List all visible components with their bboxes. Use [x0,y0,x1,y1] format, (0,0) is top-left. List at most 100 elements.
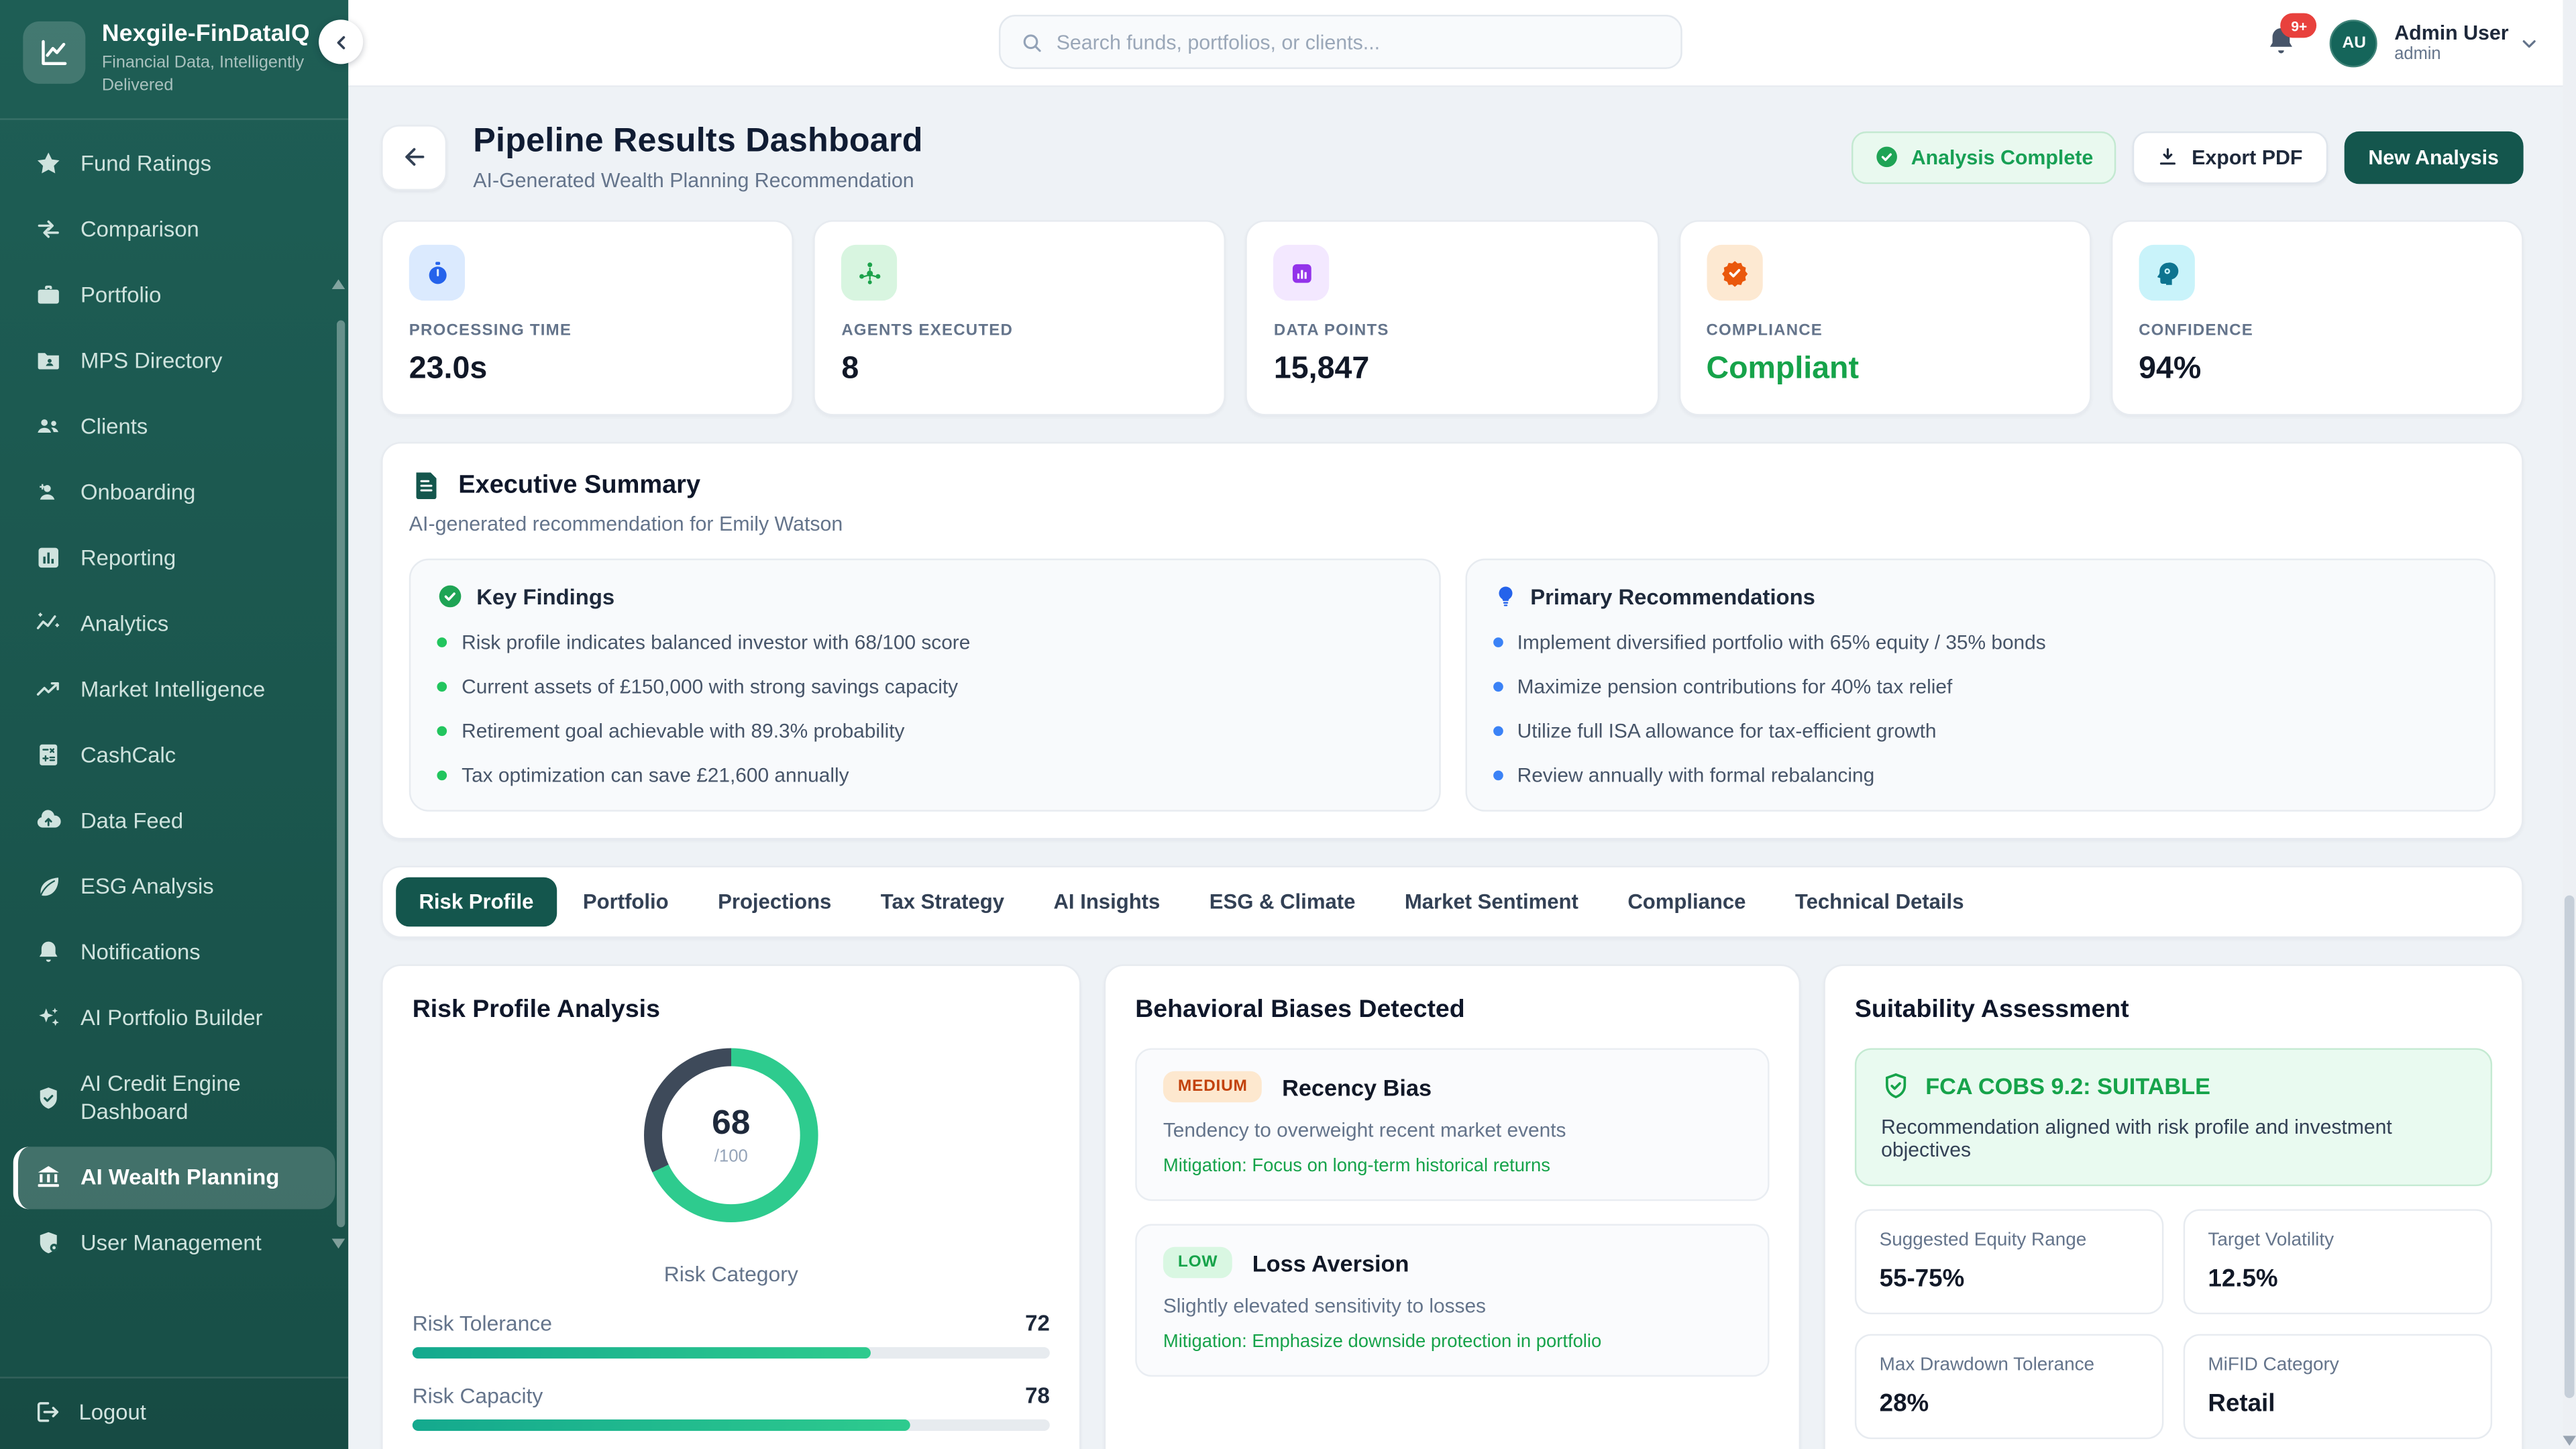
logout-button[interactable]: Logout [0,1377,348,1449]
chevron-left-icon [331,32,350,52]
back-button[interactable] [381,124,447,190]
behavioral-biases-panel: Behavioral Biases Detected MEDIUM Recenc… [1104,965,1801,1449]
suitability-cell-target-volatility: Target Volatility 12.5% [2184,1209,2492,1314]
stat-value: 94% [2139,352,2496,388]
window-scrollbar[interactable] [2563,0,2576,1449]
bullet-dot [1493,682,1503,692]
sidebar-item-ai-wealth-planning[interactable]: AI Wealth Planning [13,1146,335,1208]
tab-esg-climate[interactable]: ESG & Climate [1187,877,1379,926]
tab-projections[interactable]: Projections [695,877,855,926]
tab-compliance[interactable]: Compliance [1605,877,1769,926]
search-input[interactable]: Search funds, portfolios, or clients... [999,15,1682,69]
sidebar-item-analytics[interactable]: Analytics [13,593,335,655]
sidebar-item-market-intelligence[interactable]: Market Intelligence [13,659,335,721]
sidebar-item-onboarding[interactable]: Onboarding [13,462,335,524]
suitability-banner-title: FCA COBS 9.2: SUITABLE [1925,1073,2210,1099]
landmark-icon [33,1163,62,1192]
sidebar-scroll-down-icon[interactable] [332,1239,345,1249]
app-window: Nexgile-FinDataIQ Financial Data, Intell… [0,0,2576,1449]
severity-badge: MEDIUM [1163,1071,1263,1103]
scroll-down-icon[interactable] [2563,1436,2576,1446]
search-placeholder: Search funds, portfolios, or clients... [1057,30,1380,53]
recommendation-item: Implement diversified portfolio with 65%… [1493,631,2467,653]
key-finding-item: Current assets of £150,000 with strong s… [437,676,1411,698]
suitability-cell-equity-range: Suggested Equity Range 55-75% [1855,1209,2163,1314]
sidebar-item-clients[interactable]: Clients [13,396,335,458]
notifications-button[interactable]: 9+ [2265,23,2301,62]
stats-row: PROCESSING TIME 23.0s AGENTS EXECUTED 8 … [381,220,2523,415]
user-menu[interactable]: AU Admin User admin [2330,19,2540,66]
tab-ai-insights[interactable]: AI Insights [1030,877,1183,926]
bullet-dot [1493,771,1503,781]
sparkles-icon [33,1004,62,1033]
folder-user-icon [33,346,62,376]
main-content: Pipeline Results Dashboard AI-Generated … [348,85,2576,1449]
logout-icon [33,1398,61,1426]
arrow-left-icon [400,143,428,171]
sidebar-collapse-button[interactable] [319,19,363,64]
sidebar-item-mps-directory[interactable]: MPS Directory [13,330,335,392]
stat-value: 23.0s [409,352,766,388]
bullet-dot [437,637,447,647]
sidebar-item-reporting[interactable]: Reporting [13,527,335,590]
sidebar-item-user-management[interactable]: User Management [13,1212,335,1274]
chevron-down-icon [2518,32,2540,54]
tab-market-sentiment[interactable]: Market Sentiment [1382,877,1602,926]
recommendation-item: Utilize full ISA allowance for tax-effic… [1493,720,2467,743]
sidebar-item-ai-portfolio-builder[interactable]: AI Portfolio Builder [13,987,335,1049]
shield-check-icon [33,1083,62,1112]
recommendation-item: Maximize pension contributions for 40% t… [1493,676,2467,698]
briefcase-icon [33,280,62,310]
sidebar-scroll-up-icon[interactable] [332,279,345,289]
suitability-banner: FCA COBS 9.2: SUITABLE Recommendation al… [1855,1048,2492,1186]
risk-score-denominator: /100 [714,1146,748,1166]
star-icon [33,149,62,178]
sidebar-item-notifications[interactable]: Notifications [13,921,335,983]
chart-line-icon [38,36,70,69]
bias-card-recency: MEDIUM Recency Bias Tendency to overweig… [1135,1048,1769,1201]
tab-bar: Risk Profile Portfolio Projections Tax S… [381,866,2523,938]
sidebar-item-portfolio[interactable]: Portfolio [13,264,335,327]
calculator-icon [33,741,62,770]
recommendation-item: Review annually with formal rebalancing [1493,764,2467,787]
new-analysis-button[interactable]: New Analysis [2344,131,2524,183]
bias-description: Tendency to overweight recent market eve… [1163,1119,1741,1142]
risk-category-label: Risk Category [413,1262,1050,1287]
network-nodes-icon [841,245,897,301]
sidebar-item-cashcalc[interactable]: CashCalc [13,724,335,786]
users-icon [33,412,62,441]
brand-header: Nexgile-FinDataIQ Financial Data, Intell… [0,0,348,119]
lightbulb-icon [1493,583,1517,609]
bullet-dot [437,771,447,781]
tab-portfolio[interactable]: Portfolio [560,877,692,926]
risk-profile-analysis-panel: Risk Profile Analysis 68 /100 Risk Categ… [381,965,1081,1449]
progress-track [413,1419,1050,1431]
suitability-cell-mifid-category: MiFID Category Retail [2184,1334,2492,1440]
head-gear-icon [2139,245,2194,301]
check-circle-icon [437,583,463,609]
stat-card-confidence: CONFIDENCE 94% [2110,220,2523,415]
sidebar-item-esg-analysis[interactable]: ESG Analysis [13,855,335,918]
scrollbar-thumb[interactable] [2565,896,2575,1398]
notification-badge: 9+ [2281,13,2317,38]
sidebar-item-ai-credit-engine-dashboard[interactable]: AI Credit Engine Dashboard [13,1053,335,1142]
sidebar-item-fund-ratings[interactable]: Fund Ratings [13,133,335,195]
key-finding-item: Risk profile indicates balanced investor… [437,631,1411,653]
user-name: Admin User [2394,21,2508,44]
tab-tax-strategy[interactable]: Tax Strategy [858,877,1028,926]
tab-technical-details[interactable]: Technical Details [1772,877,1987,926]
export-pdf-button[interactable]: Export PDF [2133,131,2327,183]
stat-value: 15,847 [1274,352,1631,388]
bias-card-loss-aversion: LOW Loss Aversion Slightly elevated sens… [1135,1224,1769,1377]
metric-risk-capacity: Risk Capacity 78 [413,1383,1050,1431]
sidebar-item-data-feed[interactable]: Data Feed [13,790,335,852]
panel-title: Suitability Assessment [1855,996,2492,1025]
panel-title: Risk Profile Analysis [413,996,1050,1025]
bar-chart-icon [33,543,62,573]
cloud-upload-icon [33,806,62,836]
user-shield-icon [33,1228,62,1258]
sidebar-item-comparison[interactable]: Comparison [13,199,335,261]
tab-risk-profile[interactable]: Risk Profile [396,877,557,926]
sidebar-scrollbar[interactable] [337,321,345,1228]
key-findings-card: Key Findings Risk profile indicates bala… [409,559,1440,812]
